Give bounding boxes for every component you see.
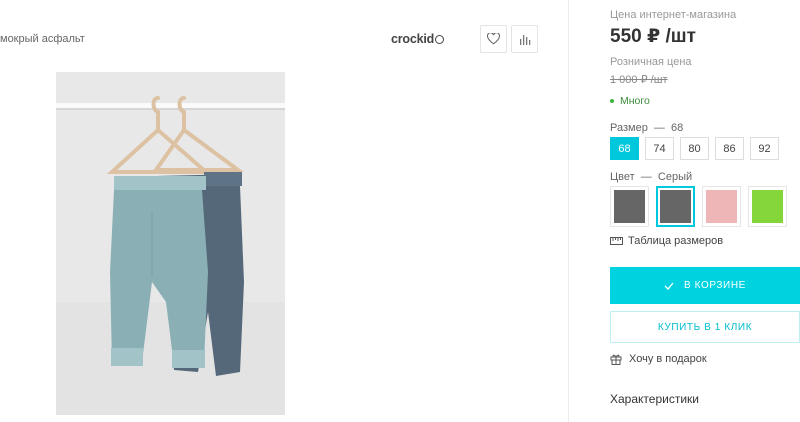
product-name-fragment: мокрый асфальт <box>0 33 85 45</box>
color-swatch[interactable] <box>610 186 649 227</box>
color-label: Цвет — Серый <box>610 171 693 183</box>
color-options <box>610 186 787 227</box>
size-option-80[interactable]: 80 <box>680 137 709 160</box>
gift-wish-link[interactable]: Хочу в подарок <box>610 353 707 365</box>
in-cart-button[interactable]: В КОРЗИНЕ <box>610 267 800 304</box>
gift-icon <box>610 354 622 365</box>
characteristics-heading[interactable]: Характеристики <box>610 392 699 406</box>
compare-button[interactable] <box>511 25 538 53</box>
selected-size: 68 <box>671 122 684 134</box>
size-label: Размер — 68 <box>610 122 684 134</box>
in-stock-dot-icon <box>610 99 614 103</box>
gift-wish-label: Хочу в подарок <box>629 353 707 365</box>
online-price: 550 ₽ /шт <box>610 26 696 47</box>
size-table-label: Таблица размеров <box>628 235 724 247</box>
selected-color: Серый <box>657 171 693 183</box>
retail-price: 1 000 ₽ /шт <box>610 74 668 86</box>
color-swatch-fill <box>706 190 737 223</box>
color-swatch-fill <box>752 190 783 223</box>
color-swatch[interactable] <box>748 186 787 227</box>
product-photo[interactable] <box>56 72 285 415</box>
size-option-86[interactable]: 86 <box>715 137 744 160</box>
size-table-link[interactable]: Таблица размеров <box>610 235 723 247</box>
brand-name: crockid <box>391 32 435 46</box>
product-image-pants-on-hangers <box>56 72 285 415</box>
size-options: 68 74 80 86 92 <box>610 137 779 160</box>
color-swatch[interactable] <box>656 186 695 227</box>
favorite-button[interactable] <box>480 25 507 53</box>
stock-text: Много <box>620 95 650 107</box>
bar-chart-icon <box>519 35 530 45</box>
checkmark-icon <box>664 282 674 290</box>
size-option-68[interactable]: 68 <box>610 137 639 160</box>
ruler-icon <box>610 237 623 245</box>
stock-status: Много <box>610 95 650 107</box>
in-cart-label: В КОРЗИНЕ <box>684 280 746 291</box>
brand-logo[interactable]: crockid <box>391 32 445 46</box>
size-option-92[interactable]: 92 <box>750 137 779 160</box>
buy-one-click-button[interactable]: КУПИТЬ В 1 КЛИК <box>610 311 800 343</box>
color-swatch[interactable] <box>702 186 741 227</box>
size-option-74[interactable]: 74 <box>645 137 674 160</box>
color-swatch-fill <box>660 190 691 223</box>
buy-one-click-label: КУПИТЬ В 1 КЛИК <box>657 321 753 333</box>
brand-mark-icon <box>435 35 445 44</box>
retail-price-label: Розничная цена <box>610 56 692 68</box>
online-price-label: Цена интернет-магазина <box>610 9 737 21</box>
column-divider <box>568 0 569 422</box>
heart-icon <box>487 33 500 45</box>
color-swatch-fill <box>614 190 645 223</box>
